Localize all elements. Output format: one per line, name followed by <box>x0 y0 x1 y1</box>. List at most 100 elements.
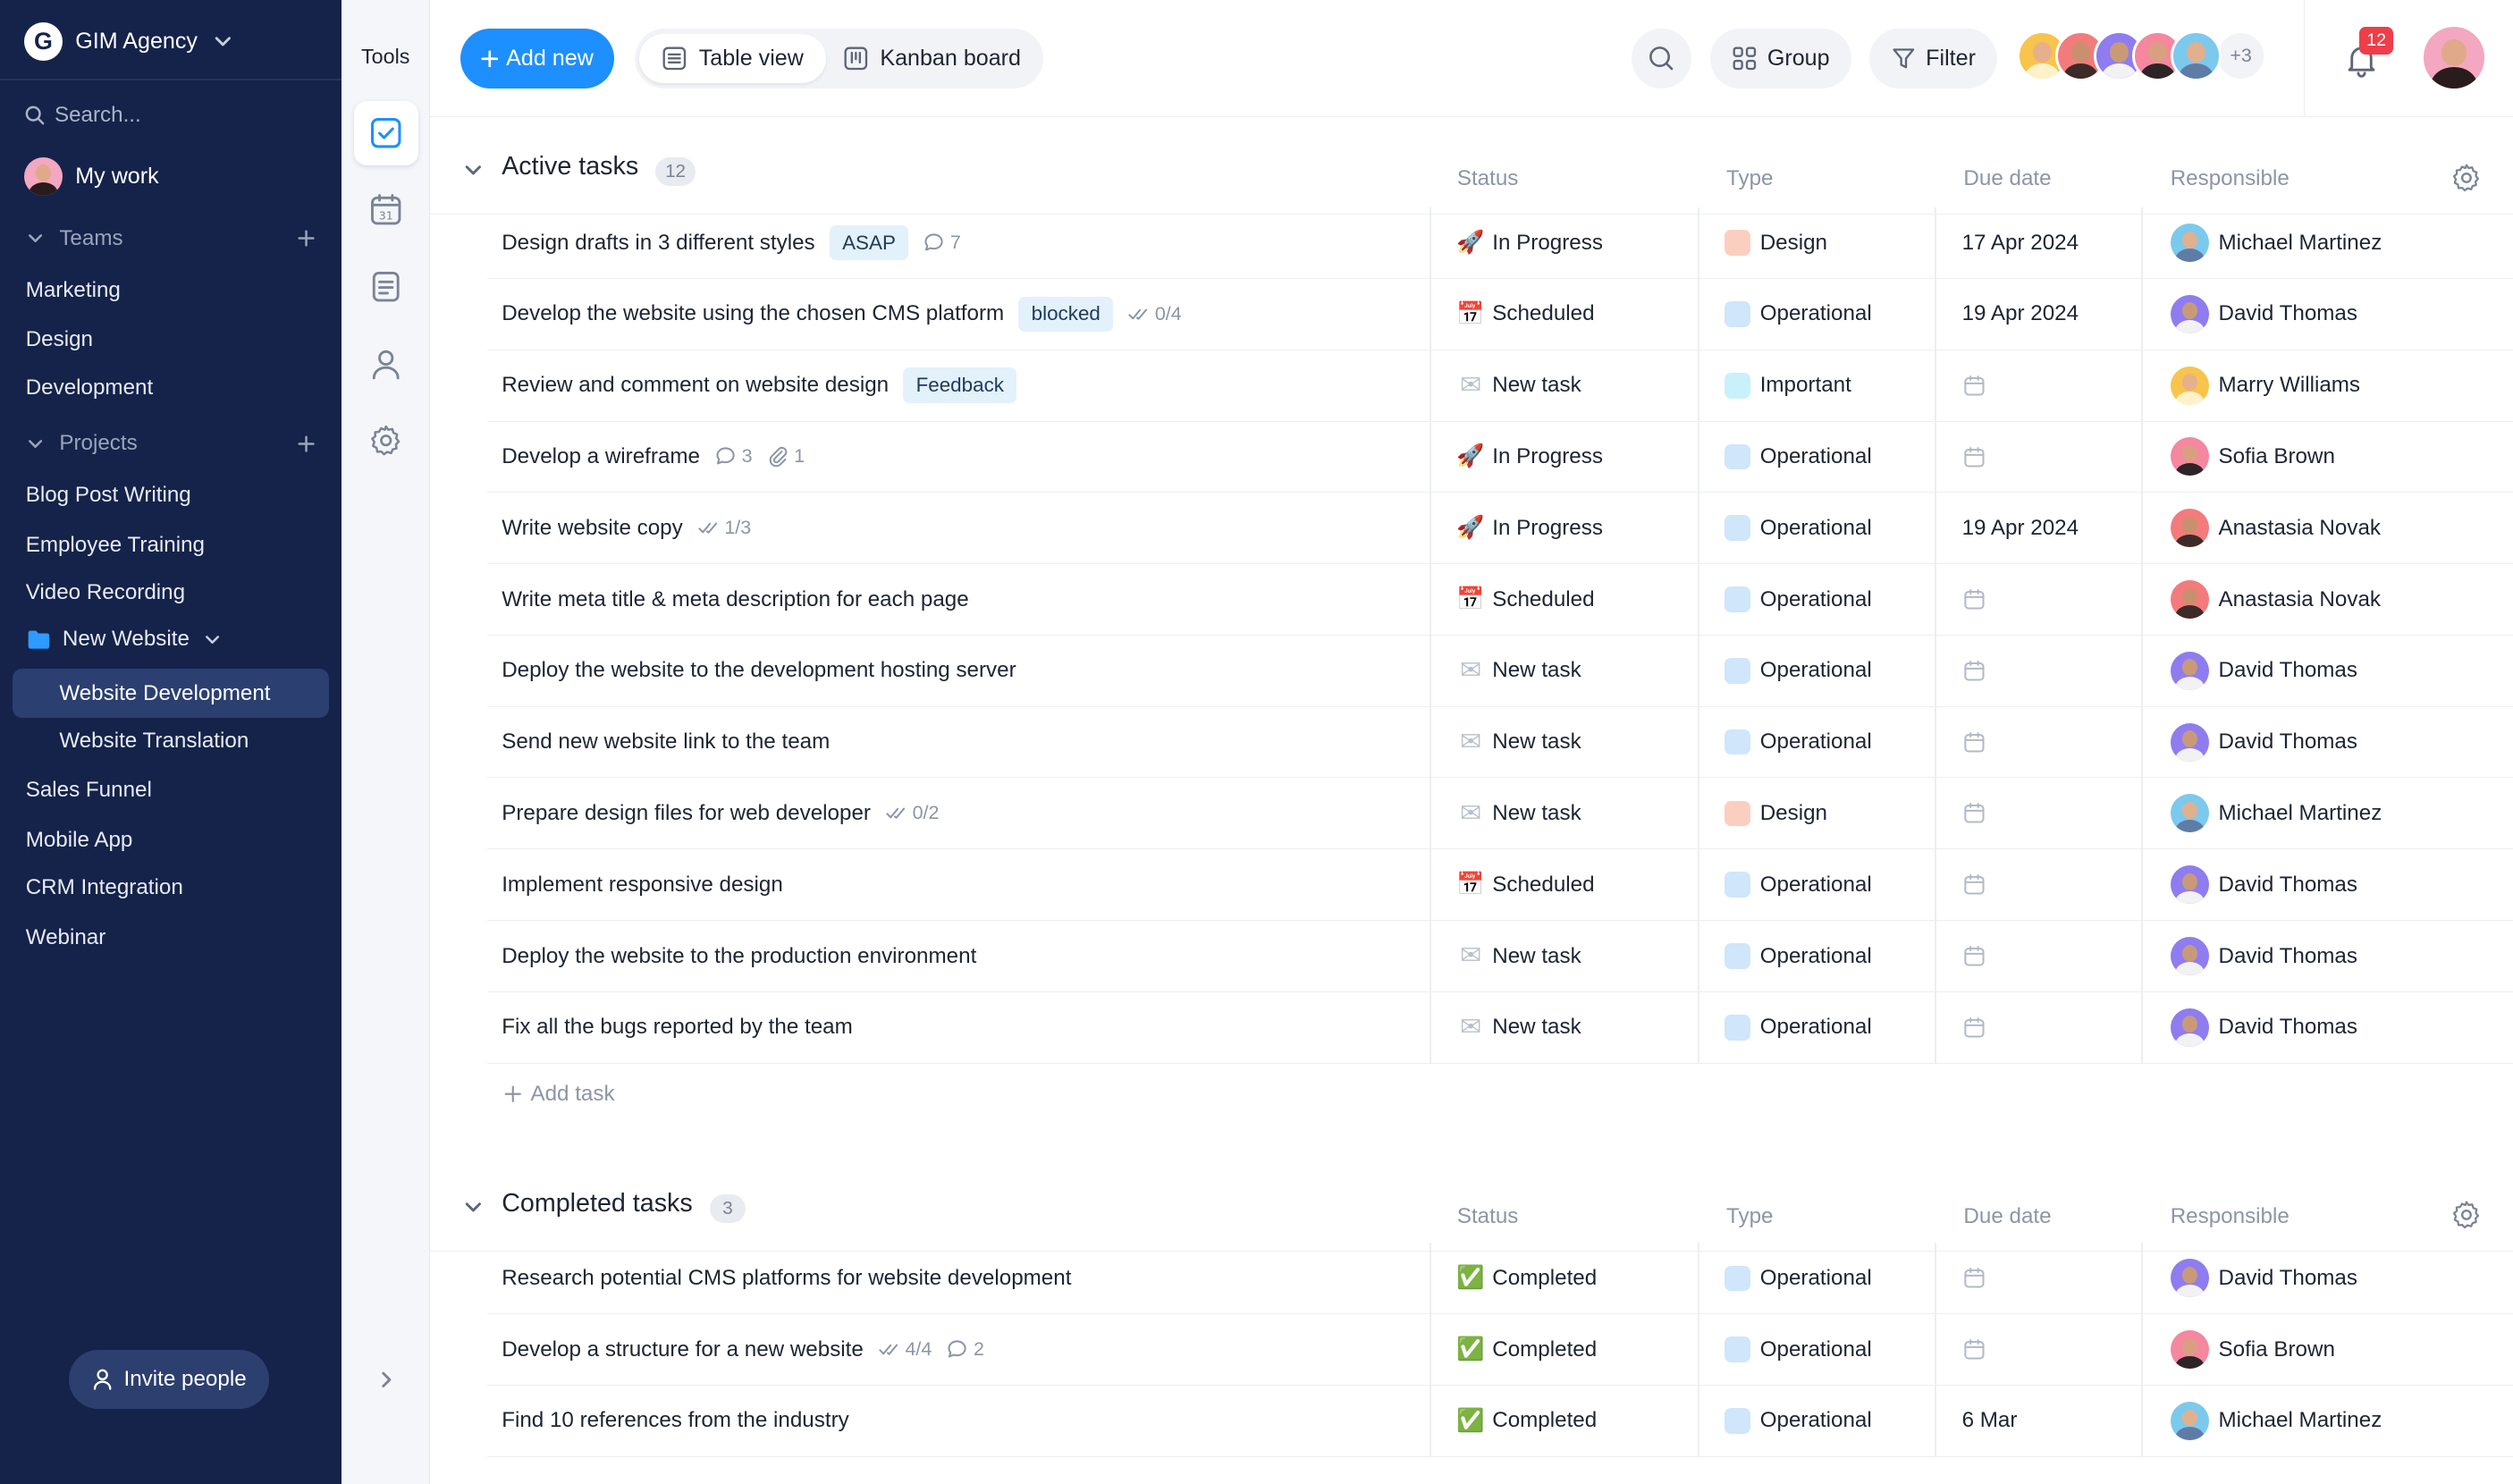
sidebar-item-blog-post-writing[interactable]: Blog Post Writing <box>26 479 191 511</box>
table-row[interactable]: Review and comment on website design Feed… <box>487 350 2513 422</box>
sidebar-section-projects[interactable]: Projects <box>24 431 317 456</box>
type-cell[interactable]: Operational <box>1725 849 1872 920</box>
due-date-cell[interactable]: 19 Apr 2024 <box>1962 493 2079 563</box>
task-tag[interactable]: Feedback <box>903 367 1017 403</box>
sidebar-item-marketing[interactable]: Marketing <box>26 274 121 307</box>
sidebar-folder-new-website[interactable]: New Website <box>27 627 223 652</box>
tab-kanban-board[interactable]: Kanban board <box>821 34 1043 84</box>
sidebar-item-website-development[interactable]: Website Development <box>13 668 329 719</box>
task-name-cell[interactable]: Develop the website using the chosen CMS… <box>502 279 1182 350</box>
status-cell[interactable]: ✉ New task <box>1457 636 1581 706</box>
responsible-cell[interactable]: David Thomas <box>2170 921 2357 991</box>
type-cell[interactable]: Design <box>1725 207 1827 278</box>
task-name-cell[interactable]: Deploy the website to the production env… <box>502 921 976 991</box>
type-cell[interactable]: Operational <box>1725 279 1872 350</box>
task-name-cell[interactable]: Review and comment on website design Feed… <box>502 350 1017 421</box>
due-date-cell[interactable] <box>1962 350 1986 421</box>
sidebar-section-teams[interactable]: Teams <box>24 226 317 251</box>
task-name[interactable]: Design drafts in 3 different styles <box>502 231 814 256</box>
add-new-button[interactable]: Add new <box>460 29 614 89</box>
task-name-cell[interactable]: Send new website link to the team <box>502 707 830 778</box>
plus-icon[interactable] <box>295 433 317 455</box>
type-cell[interactable]: Important <box>1725 350 1851 421</box>
plus-icon[interactable] <box>295 227 317 249</box>
task-name-cell[interactable]: Research potential CMS platforms for web… <box>502 1243 1071 1313</box>
responsible-cell[interactable]: Michael Martinez <box>2170 1386 2382 1456</box>
status-cell[interactable]: 📅 Scheduled <box>1456 849 1594 920</box>
table-row[interactable]: Implement responsive design 📅 Scheduled Ope… <box>487 849 2513 922</box>
responsible-cell[interactable]: David Thomas <box>2170 636 2357 706</box>
task-name-cell[interactable]: Write meta title & meta description for … <box>502 564 969 635</box>
type-cell[interactable]: Operational <box>1725 636 1872 706</box>
column-header-due-date[interactable]: Due date <box>1963 166 2051 191</box>
type-cell[interactable]: Operational <box>1725 1386 1872 1456</box>
tool-calendar[interactable]: 31 <box>354 178 418 242</box>
task-name[interactable]: Review and comment on website design <box>502 373 889 398</box>
status-cell[interactable]: ✉ New task <box>1457 707 1581 778</box>
table-row[interactable]: Send new website link to the team ✉ New ta… <box>487 706 2513 779</box>
task-name[interactable]: Deploy the website to the development ho… <box>502 658 1016 683</box>
task-name[interactable]: Send new website link to the team <box>502 729 830 755</box>
workspace-switcher[interactable]: G GIM Agency <box>23 21 236 63</box>
responsible-cell[interactable]: Sofia Brown <box>2170 422 2335 493</box>
due-date-cell[interactable] <box>1962 778 1986 848</box>
task-name-cell[interactable]: Develop a structure for a new website 4/4… <box>502 1314 984 1385</box>
status-cell[interactable]: ✅ Completed <box>1456 1386 1597 1456</box>
comments-meta[interactable]: 7 <box>923 232 961 254</box>
responsible-cell[interactable]: David Thomas <box>2170 849 2357 920</box>
type-cell[interactable]: Operational <box>1725 992 1872 1063</box>
task-name[interactable]: Research potential CMS platforms for web… <box>502 1266 1071 1291</box>
table-row[interactable]: Write website copy 1/3 🚀 In Progress Operati… <box>487 493 2513 565</box>
column-header-type[interactable]: Type <box>1726 166 1773 191</box>
table-row[interactable]: Fix all the bugs reported by the team ✉ Ne… <box>487 991 2513 1064</box>
chevron-right-icon[interactable] <box>374 1367 400 1393</box>
column-header-status[interactable]: Status <box>1457 166 1519 191</box>
sidebar-item-sales-funnel[interactable]: Sales Funnel <box>26 774 152 806</box>
responsible-cell[interactable]: David Thomas <box>2170 707 2357 778</box>
table-row[interactable]: Develop a wireframe 3 1 🚀 In Progress Operati… <box>487 421 2513 493</box>
responsible-cell[interactable]: Sofia Brown <box>2170 1314 2335 1385</box>
column-header-due-date[interactable]: Due date <box>1963 1204 2051 1229</box>
status-cell[interactable]: 🚀 In Progress <box>1456 493 1603 563</box>
responsible-cell[interactable]: David Thomas <box>2170 279 2357 350</box>
table-row[interactable]: Write meta title & meta description for … <box>487 564 2513 636</box>
member-avatars[interactable]: +3 <box>2016 30 2267 82</box>
column-header-responsible[interactable]: Responsible <box>2171 166 2290 191</box>
due-date-cell[interactable] <box>1962 564 1986 635</box>
tab-table-view[interactable]: Table view <box>639 33 826 84</box>
task-name-cell[interactable]: Develop a wireframe 3 1 <box>502 422 805 493</box>
sidebar-item-webinar[interactable]: Webinar <box>26 922 106 954</box>
due-date-cell[interactable] <box>1962 422 1986 493</box>
task-name-cell[interactable]: Write website copy 1/3 <box>502 493 751 563</box>
status-cell[interactable]: ✉ New task <box>1457 350 1581 421</box>
task-name[interactable]: Develop a structure for a new website <box>502 1337 864 1362</box>
type-cell[interactable]: Operational <box>1725 707 1872 778</box>
more-members-badge[interactable]: +3 <box>2214 30 2267 82</box>
type-cell[interactable]: Operational <box>1725 921 1872 991</box>
task-name[interactable]: Deploy the website to the production env… <box>502 944 976 969</box>
due-date-cell[interactable] <box>1962 707 1986 778</box>
due-date-cell[interactable] <box>1962 921 1986 991</box>
status-cell[interactable]: 📅 Scheduled <box>1456 564 1594 635</box>
search-button[interactable] <box>1632 29 1691 89</box>
task-tag[interactable]: ASAP <box>829 224 909 261</box>
task-name-cell[interactable]: Design drafts in 3 different styles ASAP 7 <box>502 207 961 278</box>
table-row[interactable]: Deploy the website to the production env… <box>487 921 2513 992</box>
type-cell[interactable]: Design <box>1725 778 1827 848</box>
task-name[interactable]: Fix all the bugs reported by the team <box>502 1015 853 1040</box>
gear-icon[interactable] <box>2450 1199 2483 1231</box>
due-date-cell[interactable] <box>1962 636 1986 706</box>
task-name[interactable]: Implement responsive design <box>502 873 783 898</box>
responsible-cell[interactable]: David Thomas <box>2170 1243 2357 1313</box>
due-date-cell[interactable] <box>1962 1243 1986 1313</box>
status-cell[interactable]: ✉ New task <box>1457 992 1581 1063</box>
tool-tasks[interactable] <box>354 100 418 165</box>
task-name[interactable]: Write meta title & meta description for … <box>502 587 969 612</box>
status-cell[interactable]: 📅 Scheduled <box>1456 279 1594 350</box>
due-date-cell[interactable] <box>1962 1314 1986 1385</box>
task-tag[interactable]: blocked <box>1018 296 1114 333</box>
task-name-cell[interactable]: Deploy the website to the development ho… <box>502 636 1016 706</box>
chevron-down-icon[interactable] <box>460 157 486 183</box>
type-cell[interactable]: Operational <box>1725 1314 1872 1385</box>
invite-people-button[interactable]: Invite people <box>69 1349 270 1410</box>
